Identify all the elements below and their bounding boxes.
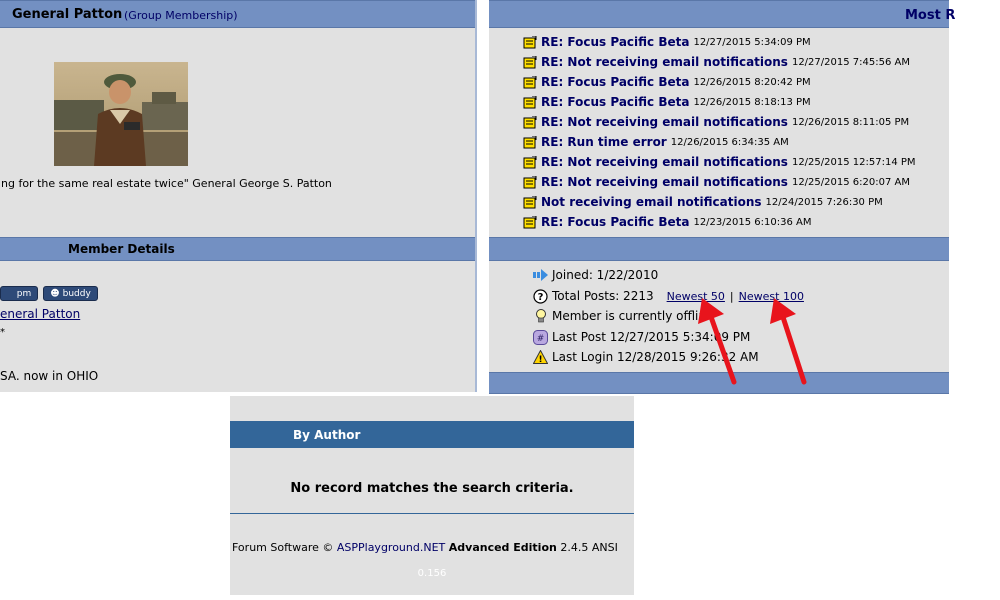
recent-post-row: RE: Focus Pacific Beta 12/23/2015 6:10:36… [523, 213, 811, 231]
svg-text:#: # [537, 334, 545, 344]
topic-icon [523, 95, 537, 109]
warning-icon: ! [533, 350, 548, 365]
post-title-link[interactable]: RE: Not receiving email notifications [541, 55, 788, 69]
post-date: 12/27/2015 7:45:56 AM [791, 56, 910, 68]
post-title-link[interactable]: RE: Run time error [541, 135, 667, 149]
post-date: 12/23/2015 6:10:36 AM [693, 216, 812, 228]
column-divider [475, 0, 489, 392]
post-title-link[interactable]: RE: Focus Pacific Beta [541, 215, 689, 229]
post-title-link[interactable]: RE: Not receiving email notifications [541, 155, 788, 169]
post-date: 12/27/2015 5:34:09 PM [693, 36, 811, 48]
buddy-button[interactable]: ☻ buddy [43, 286, 98, 301]
recent-post-row: RE: Not receiving email notifications 12/… [523, 53, 910, 71]
joined-row: Joined: 1/22/2010 [533, 266, 658, 284]
svg-text:!: ! [538, 355, 542, 364]
no-record-message: No record matches the search criteria. [290, 481, 574, 496]
lightbulb-icon [533, 308, 548, 324]
buddy-button-label: buddy [62, 288, 91, 299]
recent-posts-header: Most R [489, 0, 955, 28]
footer-credits: Forum Software © ASPPlayground.NET Advan… [232, 541, 618, 554]
post-date: 12/25/2015 12:57:14 PM [791, 156, 916, 168]
pm-button-label: pm [16, 288, 32, 299]
post-date: 12/26/2015 8:18:13 PM [693, 96, 811, 108]
asp-playground-link[interactable]: ASPPlayground.NET [337, 541, 445, 554]
topic-icon [523, 175, 537, 189]
stats-header [489, 237, 949, 261]
profile-header: General Patton (Group Membership) [0, 0, 475, 28]
profile-name: General Patton [12, 7, 123, 22]
topic-icon [523, 135, 537, 149]
recent-post-row: RE: Focus Pacific Beta 12/26/2015 8:18:13… [523, 93, 811, 111]
topic-icon [523, 195, 537, 209]
buddy-icon: ☻ [50, 288, 60, 299]
post-date: 12/24/2015 7:26:30 PM [765, 196, 883, 208]
hash-icon: # [533, 329, 548, 345]
topic-icon [523, 55, 537, 69]
footer-prefix: Forum Software © [232, 541, 337, 554]
by-author-title: By Author [293, 428, 361, 442]
topic-icon [523, 75, 537, 89]
page-timing: 0.156 [417, 568, 447, 579]
red-arrow-annotation [698, 298, 807, 385]
by-author-header: By Author [230, 421, 634, 448]
post-title-link[interactable]: Not receiving email notifications [541, 195, 762, 209]
svg-text:?: ? [538, 292, 544, 303]
recent-post-row: RE: Not receiving email notifications 12/… [523, 173, 910, 191]
footer-divider [230, 513, 634, 514]
joined-text: Joined: 1/22/2010 [552, 268, 659, 282]
topic-icon [523, 155, 537, 169]
recent-post-row: Not receiving email notifications 12/24/2… [523, 193, 883, 211]
post-title-link[interactable]: RE: Not receiving email notifications [541, 115, 788, 129]
member-location: SA. now in OHIO [0, 369, 99, 383]
recent-post-row: RE: Not receiving email notifications 12/… [523, 113, 909, 131]
online-status-text: Member is currently offlin [552, 309, 706, 323]
recent-post-row: RE: Focus Pacific Beta 12/27/2015 5:34:09… [523, 33, 811, 51]
member-details-header: Member Details [0, 237, 475, 261]
column-divider-line [475, 0, 477, 392]
arrow-right-icon [533, 268, 548, 283]
avatar [54, 62, 188, 166]
online-status-row: Member is currently offlin [533, 307, 706, 325]
question-icon: ? [533, 288, 548, 304]
profile-panel [0, 0, 475, 392]
topic-icon [523, 35, 537, 49]
recent-post-row: RE: Not receiving email notifications 12/… [523, 153, 916, 171]
total-posts-text: Total Posts: 2213 [552, 289, 654, 303]
group-membership-link[interactable]: (Group Membership) [124, 9, 238, 22]
asterisk-mark: * [0, 327, 5, 338]
post-title-link[interactable]: RE: Not receiving email notifications [541, 175, 788, 189]
footer-version: 2.4.5 ANSI [560, 541, 618, 554]
recent-post-row: RE: Run time error 12/26/2015 6:34:35 AM [523, 133, 789, 151]
footer-edition: Advanced Edition [448, 541, 557, 554]
profile-quote: ng for the same real estate twice" Gener… [1, 177, 332, 190]
member-details-title: Member Details [68, 242, 175, 256]
post-title-link[interactable]: RE: Focus Pacific Beta [541, 95, 689, 109]
post-date: 12/26/2015 8:20:42 PM [693, 76, 811, 88]
topic-icon [523, 115, 537, 129]
recent-post-row: RE: Focus Pacific Beta 12/26/2015 8:20:42… [523, 73, 811, 91]
recent-posts-title: Most R [905, 8, 956, 23]
post-date: 12/26/2015 6:34:35 AM [670, 136, 789, 148]
topic-icon [523, 215, 537, 229]
pm-button[interactable]: pm [0, 286, 38, 301]
post-date: 12/25/2015 6:20:07 AM [791, 176, 910, 188]
post-date: 12/26/2015 8:11:05 PM [791, 116, 910, 128]
member-name-link[interactable]: eneral Patton [0, 307, 80, 321]
post-title-link[interactable]: RE: Focus Pacific Beta [541, 35, 689, 49]
post-title-link[interactable]: RE: Focus Pacific Beta [541, 75, 689, 89]
